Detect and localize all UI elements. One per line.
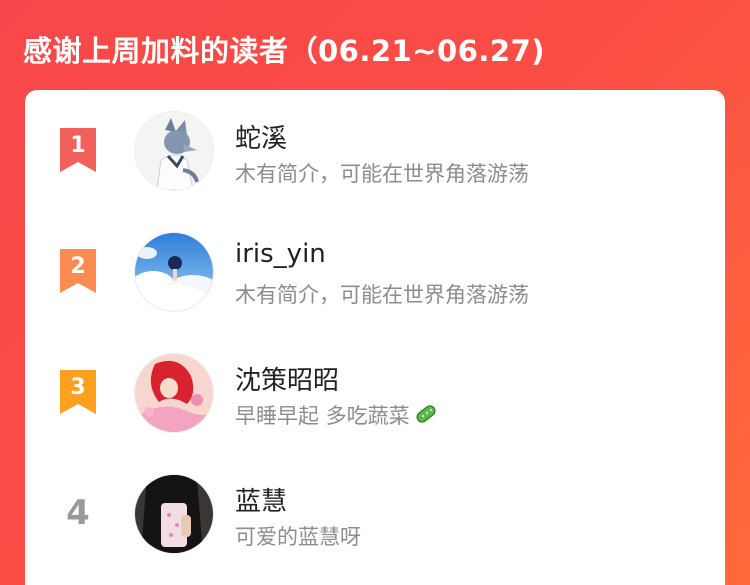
rank-ribbon-badge: 2 (58, 249, 98, 293)
readers-panel: 感谢上周加料的读者（06.21~06.27) 1 蛇溪 木有简介，可能在世界角落… (0, 0, 750, 585)
wolf-character-avatar-icon (135, 112, 213, 190)
avatar[interactable] (134, 353, 214, 433)
rank-number: 1 (70, 133, 86, 158)
reader-name: 蓝慧 (235, 487, 288, 517)
sky-clouds-avatar-icon (135, 233, 213, 311)
reader-name: iris_yin (235, 239, 326, 269)
reader-row-2[interactable]: 2 iris_yin 木有简介，可能在世界角落游荡 (25, 221, 725, 321)
rank-number: 2 (70, 254, 86, 279)
reader-bio-text: 早睡早起 多吃蔬菜 (235, 404, 410, 428)
reader-row-3[interactable]: 3 沈策昭昭 早睡早起 多吃蔬菜 (25, 342, 725, 442)
reader-list-card: 1 蛇溪 木有简介，可能在世界角落游荡 2 iris_yin 木有简介，可能在世… (25, 90, 725, 585)
rank-number: 3 (70, 375, 86, 400)
reader-row-1[interactable]: 1 蛇溪 木有简介，可能在世界角落游荡 (25, 100, 725, 200)
avatar[interactable] (134, 111, 214, 191)
reader-name: 蛇溪 (235, 124, 288, 154)
reader-name: 沈策昭昭 (235, 366, 340, 396)
reader-bio: 可爱的蓝慧呀 (235, 525, 361, 549)
page-title: 感谢上周加料的读者（06.21~06.27) (23, 34, 546, 68)
reader-bio: 早睡早起 多吃蔬菜 (235, 400, 439, 432)
mirror-selfie-avatar-icon (135, 475, 213, 553)
mermaid-avatar-icon (135, 354, 213, 432)
reader-bio: 木有简介，可能在世界角落游荡 (235, 162, 529, 186)
avatar[interactable] (134, 474, 214, 554)
reader-bio: 木有简介，可能在世界角落游荡 (235, 283, 529, 307)
avatar[interactable] (134, 232, 214, 312)
rank-ribbon-badge: 3 (58, 370, 98, 414)
reader-row-4[interactable]: 4 蓝慧 可爱的蓝慧呀 (25, 463, 725, 563)
rank-ribbon-badge: 1 (58, 128, 98, 172)
cucumber-emoji-icon (413, 403, 439, 432)
rank-number: 4 (66, 493, 90, 533)
